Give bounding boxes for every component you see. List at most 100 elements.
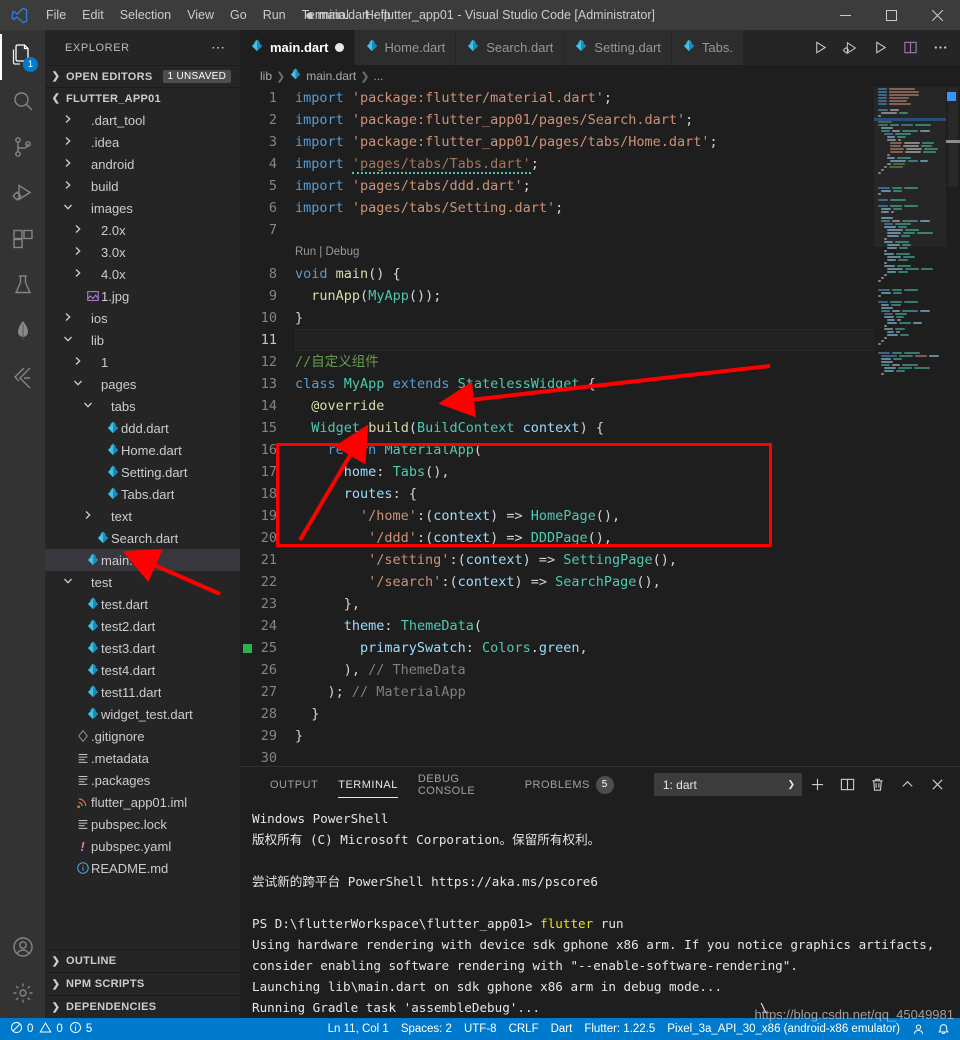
editor-tab-actions[interactable] <box>806 30 960 65</box>
activity-item-settings[interactable] <box>0 972 45 1018</box>
editor-tab-tabs-[interactable]: Tabs. <box>671 30 744 65</box>
tree-item-test[interactable]: test <box>45 571 240 593</box>
menu-edit[interactable]: Edit <box>74 0 112 30</box>
code-line[interactable]: 15 Widget build(BuildContext context) { <box>240 417 960 439</box>
code-line[interactable]: 29} <box>240 725 960 747</box>
editor-tab-main-dart[interactable]: main.dart <box>240 30 355 65</box>
code-line[interactable]: 3 import 'package:flutter_app01/pages/tab… <box>240 131 960 153</box>
code-line[interactable]: 26 ), // ThemeData <box>240 659 960 681</box>
section-outline[interactable]: ❯ OUTLINE <box>45 949 240 972</box>
menu-run[interactable]: Run <box>255 0 294 30</box>
section-dependencies[interactable]: ❯ DEPENDENCIES <box>45 995 240 1018</box>
tree-item-text[interactable]: text <box>45 505 240 527</box>
code-line[interactable]: 25 primarySwatch: Colors.green, <box>240 637 960 659</box>
code-line[interactable]: 13 class MyApp extends StatelessWidget { <box>240 373 960 395</box>
breadcrumb-item-file[interactable]: main.dart <box>306 69 356 83</box>
tree-item-ddd-dart[interactable]: ddd.dart <box>45 417 240 439</box>
status-language-mode[interactable]: Dart <box>545 1018 579 1040</box>
file-tree[interactable]: .dart_tool .idea android build images 2.0x 3.0… <box>45 109 240 949</box>
status-flutter-version[interactable]: Flutter: 1.22.5 <box>578 1018 661 1040</box>
code-line[interactable]: 14 @override <box>240 395 960 417</box>
breadcrumb-item-lib[interactable]: lib <box>260 69 272 83</box>
section-npm-scripts[interactable]: ❯ NPM SCRIPTS <box>45 972 240 995</box>
status-eol[interactable]: CRLF <box>503 1018 545 1040</box>
menu-view[interactable]: View <box>179 0 222 30</box>
tree-item-test4-dart[interactable]: test4.dart <box>45 659 240 681</box>
breadcrumb-item-symbol[interactable]: ... <box>373 69 383 83</box>
code-line[interactable]: 21 '/setting':(context) => SettingPage()… <box>240 549 960 571</box>
menu-help[interactable]: Help <box>357 0 399 30</box>
tree-item-4-0x[interactable]: 4.0x <box>45 263 240 285</box>
split-editor-icon[interactable] <box>896 30 924 65</box>
menu-go[interactable]: Go <box>222 0 255 30</box>
code-line[interactable]: 5 import 'pages/tabs/ddd.dart'; <box>240 175 960 197</box>
tree-item-2-0x[interactable]: 2.0x <box>45 219 240 241</box>
editor-tab-setting-dart[interactable]: Setting.dart <box>564 30 672 65</box>
breadcrumb[interactable]: lib ❯ main.dart ❯ ... <box>240 65 960 87</box>
status-warnings[interactable]: 0 <box>39 1018 68 1040</box>
tree-item-tabs-dart[interactable]: Tabs.dart <box>45 483 240 505</box>
panel-tab-terminal[interactable]: TERMINAL <box>328 767 408 802</box>
activity-item-accounts[interactable] <box>0 926 45 972</box>
minimap[interactable] <box>874 87 946 766</box>
codelens-run-debug[interactable]: Run | Debug <box>240 241 960 263</box>
activity-item-flutter[interactable] <box>0 356 45 402</box>
code-editor[interactable]: 1 import 'package:flutter/material.dart';… <box>240 87 960 766</box>
tree-item-flutter-app01-iml[interactable]: flutter_app01.iml <box>45 791 240 813</box>
panel-tab-problems[interactable]: PROBLEMS 5 <box>515 767 624 802</box>
tree-item-widget-test-dart[interactable]: widget_test.dart <box>45 703 240 725</box>
code-line[interactable]: 23 }, <box>240 593 960 615</box>
terminal-output[interactable]: Windows PowerShell 版权所有 (C) Microsoft Cor… <box>240 802 960 1018</box>
editor-tab-search-dart[interactable]: Search.dart <box>456 30 565 65</box>
tree-item-android[interactable]: android <box>45 153 240 175</box>
run-debug-icon[interactable] <box>836 30 864 65</box>
tree-item--dart-tool[interactable]: .dart_tool <box>45 109 240 131</box>
unsaved-dot-icon[interactable] <box>334 43 344 52</box>
code-line[interactable]: 10} <box>240 307 960 329</box>
menu-terminal[interactable]: Terminal <box>294 0 357 30</box>
code-line[interactable]: 11 <box>240 329 960 351</box>
code-lines[interactable]: 1 import 'package:flutter/material.dart';… <box>240 87 960 766</box>
code-line[interactable]: 7 <box>240 219 960 241</box>
sidebar-more-actions-icon[interactable]: ⋯ <box>211 39 232 56</box>
tree-item-home-dart[interactable]: Home.dart <box>45 439 240 461</box>
run-icon[interactable] <box>806 30 834 65</box>
tree-item-test2-dart[interactable]: test2.dart <box>45 615 240 637</box>
activity-item-extensions[interactable] <box>0 218 45 264</box>
code-line[interactable]: 24 theme: ThemeData( <box>240 615 960 637</box>
tree-item-pubspec-lock[interactable]: pubspec.lock <box>45 813 240 835</box>
tree-item-readme-md[interactable]: README.md <box>45 857 240 879</box>
code-line[interactable]: 4 import 'pages/tabs/Tabs.dart'; <box>240 153 960 175</box>
code-line[interactable]: 6 import 'pages/tabs/Setting.dart'; <box>240 197 960 219</box>
close-button[interactable] <box>914 0 960 30</box>
activity-item-mongodb[interactable] <box>0 310 45 356</box>
panel-tab-debug-console[interactable]: DEBUG CONSOLE <box>408 767 515 802</box>
kill-terminal-button[interactable] <box>862 767 892 802</box>
section-open-editors[interactable]: ❯ OPEN EDITORS 1 UNSAVED <box>45 65 240 87</box>
status-encoding[interactable]: UTF-8 <box>458 1018 503 1040</box>
code-line[interactable]: 27 ); // MaterialApp <box>240 681 960 703</box>
menu-selection[interactable]: Selection <box>112 0 179 30</box>
tree-item--gitignore[interactable]: .gitignore <box>45 725 240 747</box>
new-terminal-button[interactable] <box>802 767 832 802</box>
close-panel-button[interactable] <box>922 767 952 802</box>
tree-item--metadata[interactable]: .metadata <box>45 747 240 769</box>
tree-item-test11-dart[interactable]: test11.dart <box>45 681 240 703</box>
menu-bar[interactable]: File Edit Selection View Go Run Terminal… <box>38 0 399 30</box>
code-line[interactable]: 12 //自定义组件 <box>240 351 960 373</box>
tree-item-ios[interactable]: ios <box>45 307 240 329</box>
code-line[interactable]: 8 void main() { <box>240 263 960 285</box>
activity-item-search[interactable] <box>0 80 45 126</box>
tree-item-1-jpg[interactable]: 1.jpg <box>45 285 240 307</box>
editor-scrollbar[interactable] <box>946 87 960 766</box>
code-line[interactable]: 9 runApp(MyApp()); <box>240 285 960 307</box>
section-project-root[interactable]: ❮ FLUTTER_APP01 <box>45 87 240 109</box>
activity-bar[interactable]: 1 <box>0 30 45 1018</box>
breakpoint-icon[interactable] <box>243 644 252 653</box>
activity-item-testing[interactable] <box>0 264 45 310</box>
tree-item--packages[interactable]: .packages <box>45 769 240 791</box>
scrollbar-thumb[interactable] <box>948 87 958 187</box>
activity-item-source-control[interactable] <box>0 126 45 172</box>
status-infos[interactable]: 5 <box>69 1018 98 1040</box>
tree-item-images[interactable]: images <box>45 197 240 219</box>
